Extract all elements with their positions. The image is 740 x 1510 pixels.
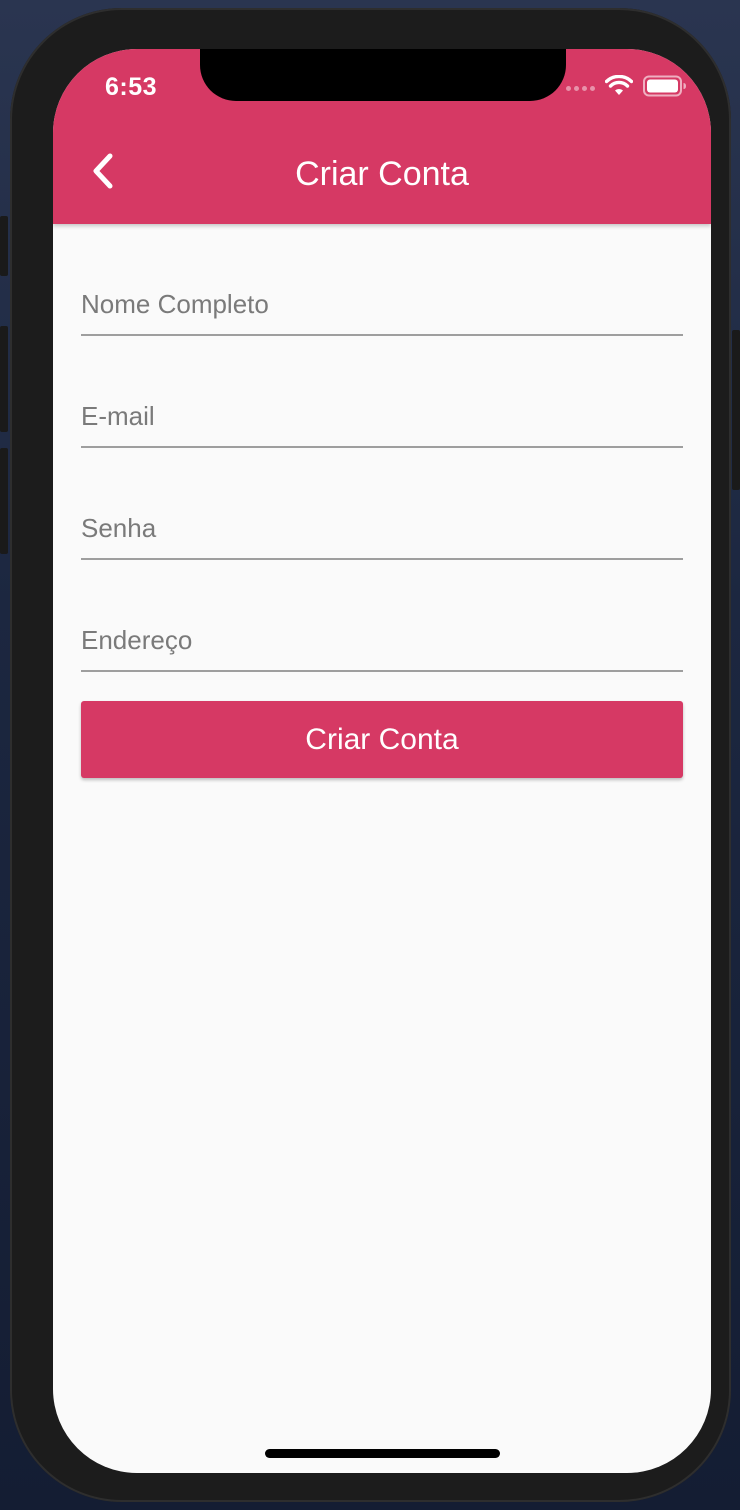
notch: [200, 49, 566, 101]
create-account-button[interactable]: Criar Conta: [81, 701, 683, 778]
full-name-field-container: [81, 224, 683, 336]
side-button-silent: [0, 216, 8, 276]
side-button-power: [732, 330, 740, 490]
side-button-volume-up: [0, 326, 8, 432]
battery-icon: [643, 75, 687, 102]
password-field-container: [81, 448, 683, 560]
home-indicator[interactable]: [265, 1449, 500, 1458]
app-screen: 6:53 Criar Conta Nome Completo E-mail En…: [53, 49, 711, 1473]
status-time: 6:53: [105, 73, 158, 101]
page-title: Criar Conta: [295, 155, 469, 193]
signal-dots-icon: [566, 85, 595, 91]
wifi-icon: [604, 74, 634, 102]
phone-frame: 6:53 Criar Conta Nome Completo E-mail En…: [10, 8, 731, 1502]
side-button-volume-down: [0, 448, 8, 554]
signup-form: [81, 224, 683, 672]
address-field-container: [81, 560, 683, 672]
password-input[interactable]: [81, 513, 683, 544]
email-field-container: [81, 336, 683, 448]
email-input[interactable]: [81, 401, 683, 432]
status-icons: [566, 74, 687, 102]
full-name-input[interactable]: [81, 289, 683, 320]
address-input[interactable]: [81, 625, 683, 656]
